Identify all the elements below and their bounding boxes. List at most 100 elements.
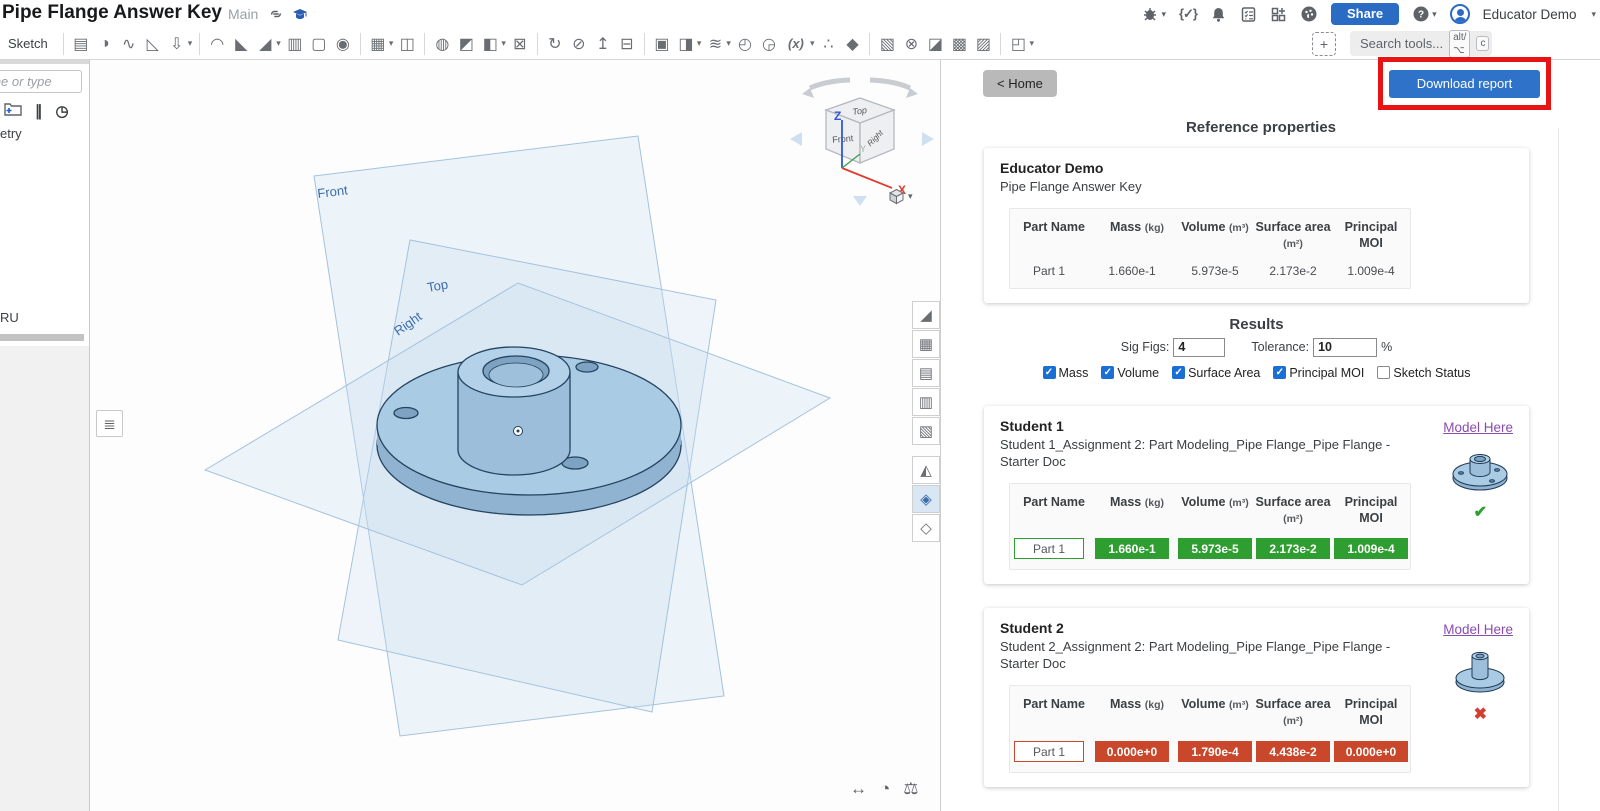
link-icon[interactable] — [266, 4, 286, 24]
results-checkbox[interactable]: Mass — [1043, 366, 1089, 380]
pan-down-arrow-icon[interactable] — [853, 196, 867, 206]
toolbar-tool-button[interactable]: ◨ ▾ — [674, 31, 704, 57]
apps-grid-icon[interactable] — [1270, 6, 1287, 23]
chevron-down-icon[interactable]: ▾ — [810, 38, 815, 49]
toolbar-tool-button[interactable]: ≋ ▾ — [703, 31, 733, 57]
toolbar-tool-button[interactable]: ◧ ▾ — [478, 31, 508, 57]
viewport-strip-tool-button[interactable]: ◢ — [912, 301, 940, 329]
chevron-down-icon[interactable]: ▾ — [1432, 9, 1437, 20]
toolbar-tool-button[interactable]: ▧ ▾ — [875, 31, 899, 57]
toolbar-tool-button[interactable]: ⊠ ▾ — [508, 31, 532, 57]
view-cube[interactable]: Top Front Right Z X Y — [780, 60, 940, 215]
help-icon[interactable]: ? ▾ — [1412, 5, 1437, 23]
viewport-strip-tool-button[interactable]: ◈ — [912, 485, 940, 513]
feature-tree-toolbar-icon[interactable]: ∥ — [35, 102, 43, 120]
sig-figs-input[interactable] — [1173, 338, 1225, 357]
viewport-strip-tool-button[interactable]: ▧ — [912, 417, 940, 445]
sketch-tool-label[interactable]: Sketch — [8, 36, 48, 51]
chevron-down-icon[interactable]: ▾ — [1029, 38, 1034, 49]
toolbar-tool-button[interactable]: ▥ ▾ — [283, 31, 307, 57]
tasks-list-icon[interactable] — [1240, 6, 1257, 23]
pan-left-arrow-icon[interactable] — [790, 132, 802, 146]
toolbar-tool-button[interactable]: ∿ ▾ — [117, 31, 141, 57]
horizontal-scrollbar[interactable] — [0, 334, 84, 341]
view-options-menu[interactable]: ▾ — [888, 188, 913, 205]
chevron-down-icon[interactable]: ▾ — [697, 38, 702, 49]
search-tools-input[interactable]: Search tools... alt/⌥ c — [1350, 31, 1492, 56]
debug-icon[interactable]: ▾ — [1141, 5, 1166, 23]
select-tool-icon[interactable]: + — [1312, 32, 1336, 56]
toolbar-tool-button[interactable]: ▦ ▾ — [366, 31, 396, 57]
toolbar-tool-button[interactable]: ◢ ▾ — [253, 31, 283, 57]
viewport-strip-tool-button[interactable]: ◇ — [912, 514, 940, 542]
toolbar-tool-button[interactable]: ↻ ▾ — [543, 31, 567, 57]
chevron-down-icon[interactable]: ▾ — [501, 38, 506, 49]
toolbar-tool-button[interactable]: ◴ ▾ — [733, 31, 757, 57]
chevron-down-icon[interactable]: ▾ — [389, 38, 394, 49]
viewport-strip-tool-button[interactable]: ▦ — [912, 330, 940, 358]
viewport-strip-tool-button[interactable]: ◭ — [912, 456, 940, 484]
chevron-down-icon[interactable]: ▾ — [726, 38, 731, 49]
rotate-arrows-icon[interactable] — [810, 80, 910, 88]
tolerance-input[interactable] — [1313, 338, 1377, 357]
toolbar-tool-button[interactable]: ◪ ▾ — [923, 31, 947, 57]
toolbar-tool-button[interactable]: ◉ ▾ — [331, 31, 355, 57]
toolbar-tool-button[interactable]: ◩ ▾ — [454, 31, 478, 57]
pan-right-arrow-icon[interactable] — [922, 132, 934, 146]
viewport-bottom-tool-icon[interactable]: ◔ — [880, 779, 890, 799]
checkbox-box-icon[interactable] — [1377, 366, 1390, 379]
toolbar-tool-button[interactable]: ⇩ ▾ — [165, 31, 195, 57]
toolbar-tool-button[interactable]: ◰ ▾ — [1006, 31, 1036, 57]
app-store-palette-icon[interactable] — [1300, 5, 1318, 23]
user-name[interactable]: Educator Demo — [1483, 7, 1577, 22]
versions-icon[interactable]: {✓} — [1179, 6, 1197, 22]
results-checkbox[interactable]: Sketch Status — [1377, 366, 1470, 380]
model-here-link[interactable]: Model Here — [1443, 420, 1513, 435]
workspace-name[interactable]: Main — [228, 6, 258, 22]
toolbar-tool-button[interactable]: ▤ ▾ — [69, 31, 93, 57]
chevron-down-icon[interactable]: ▾ — [276, 38, 281, 49]
tree-item-geometry[interactable]: etry — [0, 126, 22, 141]
checkbox-box-icon[interactable] — [1172, 366, 1185, 379]
results-checkbox[interactable]: Surface Area — [1172, 366, 1260, 380]
toolbar-tool-button[interactable]: (x) ▾ — [781, 31, 817, 57]
viewport-strip-tool-button[interactable]: ▥ — [912, 388, 940, 416]
toolbar-tool-button[interactable]: ▩ ▾ — [947, 31, 971, 57]
user-avatar[interactable] — [1450, 4, 1470, 24]
toolbar-tool-button[interactable]: ↥ ▾ — [591, 31, 615, 57]
chevron-down-icon[interactable]: ▾ — [1591, 9, 1596, 20]
toolbar-tool-button[interactable]: ◍ ▾ — [430, 31, 454, 57]
home-button[interactable]: < Home — [983, 70, 1057, 97]
toolbar-tool-button[interactable]: ◑ ▾ — [93, 31, 117, 57]
toolbar-tool-button[interactable]: ▨ ▾ — [971, 31, 995, 57]
chevron-down-icon[interactable]: ▾ — [908, 191, 913, 202]
toolbar-tool-button[interactable]: ◆ ▾ — [840, 31, 864, 57]
checkbox-box-icon[interactable] — [1273, 366, 1286, 379]
toolbar-tool-button[interactable]: ∴ ▾ — [816, 31, 840, 57]
toolbar-tool-button[interactable]: ◣ ▾ — [229, 31, 253, 57]
toolbar-tool-button[interactable]: ⊘ ▾ — [567, 31, 591, 57]
toolbar-tool-button[interactable]: ▢ ▾ — [307, 31, 331, 57]
results-checkbox[interactable]: Principal MOI — [1273, 366, 1364, 380]
download-report-button[interactable]: Download report — [1389, 70, 1540, 98]
viewport-bottom-tool-icon[interactable]: ↔ — [850, 779, 867, 799]
new-folder-icon[interactable] — [4, 102, 22, 120]
model-viewport[interactable]: Front Top Right Top — [90, 60, 940, 811]
toolbar-tool-button[interactable]: ▣ ▾ — [650, 31, 674, 57]
chevron-down-icon[interactable]: ▾ — [1161, 9, 1166, 20]
checkbox-box-icon[interactable] — [1101, 366, 1114, 379]
viewport-bottom-tool-icon[interactable]: ⚖ — [903, 779, 918, 799]
toolbar-tool-button[interactable]: ◠ ▾ — [205, 31, 229, 57]
toolbar-tool-button[interactable]: ⊟ ▾ — [615, 31, 639, 57]
toolbar-tool-button[interactable]: ◶ ▾ — [757, 31, 781, 57]
checkbox-box-icon[interactable] — [1043, 366, 1056, 379]
toolbar-tool-button[interactable]: ⊗ ▾ — [899, 31, 923, 57]
notifications-bell-icon[interactable] — [1210, 6, 1227, 23]
feature-tree-toolbar-icon[interactable]: ◷ — [56, 102, 69, 120]
model-here-link[interactable]: Model Here — [1443, 622, 1513, 637]
share-button[interactable]: Share — [1331, 3, 1399, 25]
chevron-down-icon[interactable]: ▾ — [188, 38, 193, 49]
results-checkbox[interactable]: Volume — [1101, 366, 1159, 380]
viewport-strip-tool-button[interactable]: ▤ — [912, 359, 940, 387]
tree-item-thru[interactable]: RU — [0, 310, 19, 325]
